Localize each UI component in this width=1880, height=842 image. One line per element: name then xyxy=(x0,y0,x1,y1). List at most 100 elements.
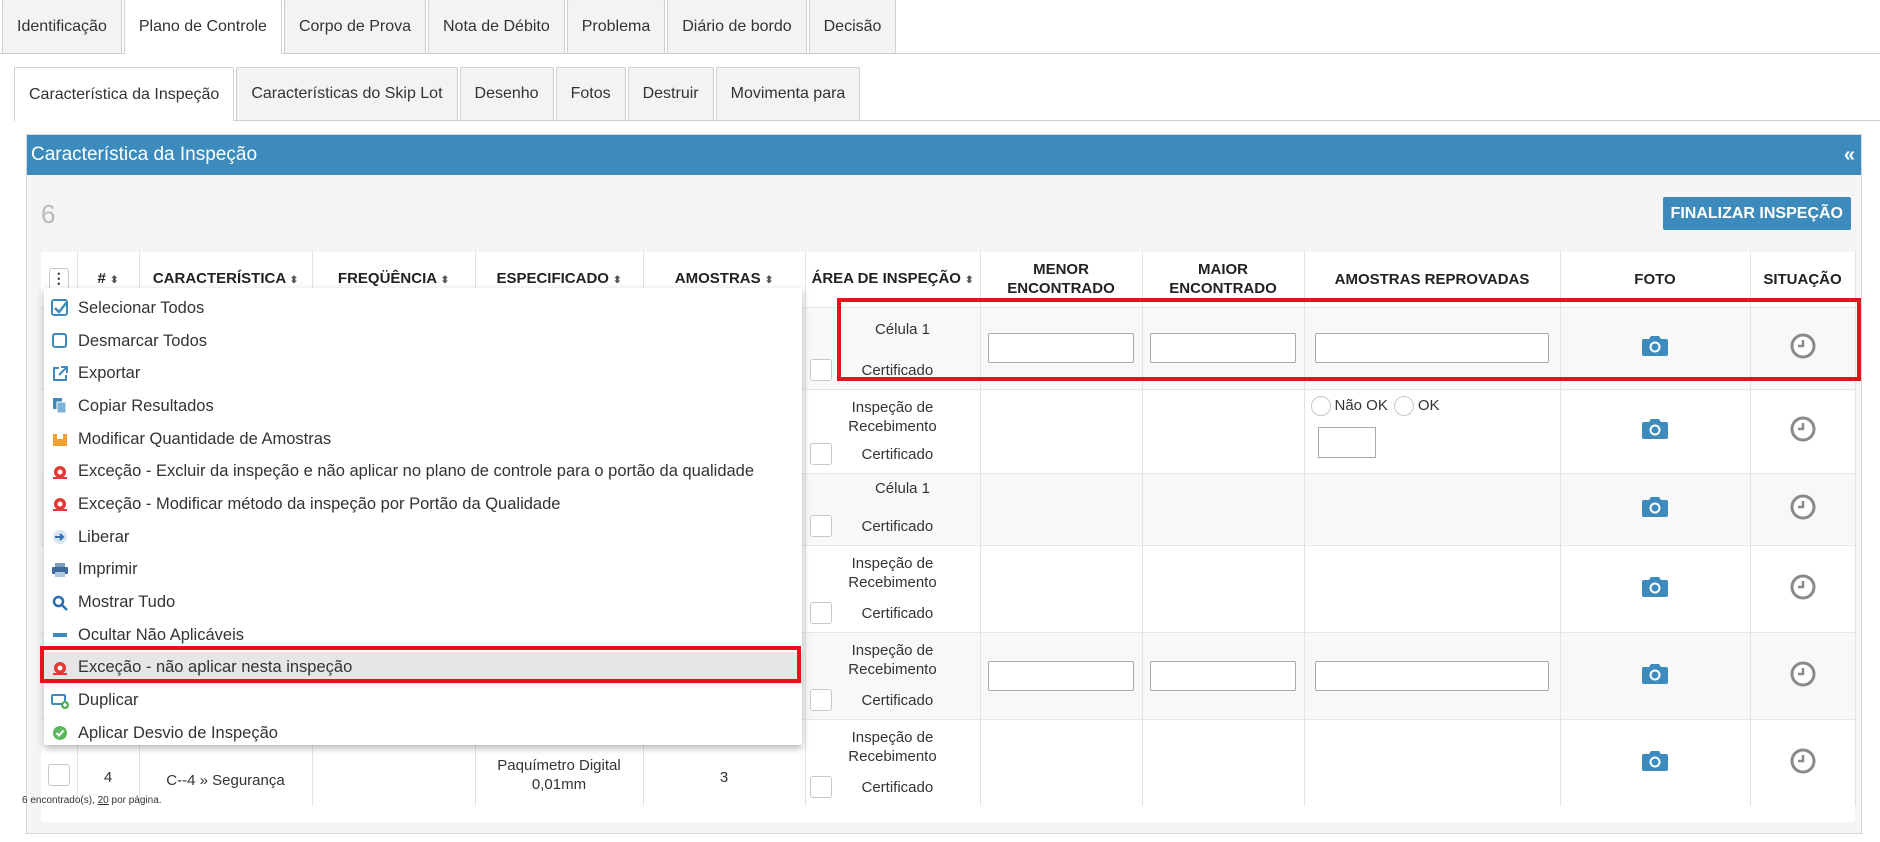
tab-caracteristicas-skip-lot[interactable]: Características do Skip Lot xyxy=(236,67,458,120)
maior-cell xyxy=(1142,472,1305,545)
menu-item-label: Desmarcar Todos xyxy=(78,331,207,350)
certificado-checkbox[interactable] xyxy=(809,775,832,798)
header-amostras-label: AMOSTRAS xyxy=(674,269,761,287)
nao-ok-label: Não OK xyxy=(1334,397,1388,414)
tab-identificacao[interactable]: Identificação xyxy=(2,0,122,53)
menor-cell xyxy=(980,718,1143,806)
menu-item-label: Exceção - Modificar método da inspeção p… xyxy=(78,494,561,513)
tab-movimenta-para[interactable]: Movimenta para xyxy=(715,67,861,120)
maior-cell xyxy=(1142,718,1305,806)
camera-icon[interactable] xyxy=(1642,335,1668,361)
menu-item-copiar-resultados[interactable]: Copiar Resultados xyxy=(44,390,802,423)
row-checkbox[interactable] xyxy=(47,763,70,786)
sort-icon: ⬍ xyxy=(764,274,774,286)
header-foto: FOTO xyxy=(1560,252,1751,307)
tab-corpo-de-prova[interactable]: Corpo de Prova xyxy=(283,0,426,53)
certificado-checkbox[interactable] xyxy=(809,688,832,711)
camera-icon[interactable] xyxy=(1642,496,1668,522)
finalize-inspection-button[interactable]: FINALIZAR INSPEÇÃO xyxy=(1662,197,1851,230)
top-tab-bar: Identificação Plano de Controle Corpo de… xyxy=(0,0,1880,54)
camera-icon[interactable] xyxy=(1642,750,1668,776)
area-cell: Inspeção de Recebimento Certificado xyxy=(805,631,981,719)
certificado-checkbox[interactable] xyxy=(809,358,832,381)
ok-radio[interactable] xyxy=(1393,395,1414,416)
exception-gear-icon xyxy=(48,463,72,481)
menu-item-label: Selecionar Todos xyxy=(78,298,205,317)
menu-item-modificar-quantidade[interactable]: Modificar Quantidade de Amostras xyxy=(44,423,802,456)
maior-cell xyxy=(1142,306,1305,389)
menu-item-excecao-excluir[interactable]: Exceção - Excluir da inspeção e não apli… xyxy=(44,455,802,488)
per-page-suffix: por página. xyxy=(111,795,162,806)
header-maior: MAIOR ENCONTRADO xyxy=(1142,252,1305,307)
sort-icon: ⬍ xyxy=(440,274,450,286)
clock-icon xyxy=(1790,494,1816,524)
tab-desenho[interactable]: Desenho xyxy=(459,67,554,120)
sort-icon: ⬍ xyxy=(965,274,974,286)
reprovadas-cell xyxy=(1304,472,1561,545)
tab-nota-de-debito[interactable]: Nota de Débito xyxy=(428,0,565,53)
menu-item-aplicar-desvio[interactable]: Aplicar Desvio de Inspeção xyxy=(44,717,802,750)
menor-cell xyxy=(980,306,1143,389)
tab-plano-de-controle[interactable]: Plano de Controle xyxy=(123,0,282,54)
area-certificado-label: Certificado xyxy=(861,361,934,379)
printer-icon xyxy=(48,561,72,579)
camera-icon[interactable] xyxy=(1642,576,1668,602)
actions-menu-button[interactable]: ⋮ xyxy=(48,268,69,291)
menu-item-excecao-nao-aplicar[interactable]: Exceção - não aplicar nesta inspeção xyxy=(44,651,802,685)
nao-ok-radio[interactable] xyxy=(1310,395,1331,416)
collapse-button[interactable]: « xyxy=(1844,144,1855,167)
area-certificado-label: Certificado xyxy=(861,604,934,622)
certificado-checkbox[interactable] xyxy=(809,442,832,465)
header-area[interactable]: ÁREA DE INSPEÇÃO ⬍ xyxy=(805,252,981,307)
menu-item-exportar[interactable]: Exportar xyxy=(44,357,802,390)
area-location: Inspeção de Recebimento xyxy=(848,398,937,435)
menu-item-desmarcar-todos[interactable]: Desmarcar Todos xyxy=(44,325,802,358)
sort-icon: ⬍ xyxy=(110,274,119,286)
maior-encontrado-input[interactable] xyxy=(1150,333,1296,363)
menor-encontrado-input[interactable] xyxy=(988,333,1134,363)
pagination-info: 6 encontrado(s), 20 por página. xyxy=(22,795,162,806)
amostras-reprovadas-input[interactable] xyxy=(1315,660,1549,691)
menor-cell xyxy=(980,472,1143,545)
maior-encontrado-input[interactable] xyxy=(1150,660,1296,691)
tab-caracteristica-da-inspecao[interactable]: Característica da Inspeção xyxy=(14,67,235,121)
per-page-link[interactable]: 20 xyxy=(98,795,109,806)
menu-item-label: Liberar xyxy=(78,527,130,546)
foto-cell xyxy=(1560,388,1751,473)
tab-decisao[interactable]: Decisão xyxy=(808,0,897,53)
camera-icon[interactable] xyxy=(1642,418,1668,444)
area-location: Célula 1 xyxy=(874,320,931,338)
menu-item-mostrar-tudo[interactable]: Mostrar Tudo xyxy=(44,586,802,619)
menu-item-duplicar[interactable]: Duplicar xyxy=(44,684,802,717)
certificado-checkbox[interactable] xyxy=(809,514,832,537)
tab-destruir[interactable]: Destruir xyxy=(627,67,714,120)
area-location: Célula 1 xyxy=(874,479,931,497)
menu-item-excecao-modificar[interactable]: Exceção - Modificar método da inspeção p… xyxy=(44,488,802,521)
amostras-reprovadas-input[interactable] xyxy=(1315,333,1549,363)
foto-cell xyxy=(1560,306,1751,389)
reprovadas-cell xyxy=(1304,718,1561,806)
situacao-cell xyxy=(1750,544,1856,632)
menu-item-selecionar-todos[interactable]: Selecionar Todos xyxy=(44,292,802,325)
reprovadas-count-input[interactable] xyxy=(1317,426,1376,458)
area-certificado-label: Certificado xyxy=(861,445,934,463)
situacao-cell xyxy=(1750,472,1856,545)
tab-fotos[interactable]: Fotos xyxy=(555,67,626,120)
area-location: Inspeção de Recebimento xyxy=(848,641,937,678)
camera-icon[interactable] xyxy=(1642,663,1668,689)
tab-problema[interactable]: Problema xyxy=(566,0,666,53)
menu-item-liberar[interactable]: Liberar xyxy=(44,521,802,554)
menu-item-imprimir[interactable]: Imprimir xyxy=(44,554,802,587)
certificado-checkbox[interactable] xyxy=(809,601,832,624)
menor-cell xyxy=(980,544,1143,632)
sub-tab-bar: Característica da Inspeção Característic… xyxy=(14,67,1880,121)
sort-icon: ⬍ xyxy=(289,274,299,286)
menu-item-label: Ocultar Não Aplicáveis xyxy=(78,625,244,644)
menu-item-label: Exceção - não aplicar nesta inspeção xyxy=(78,658,353,677)
situacao-cell xyxy=(1750,306,1856,389)
foto-cell xyxy=(1560,631,1751,719)
menu-item-ocultar-nao-aplicaveis[interactable]: Ocultar Não Aplicáveis xyxy=(44,619,802,652)
arrow-right-circle-icon xyxy=(48,528,72,546)
tab-diario-de-bordo[interactable]: Diário de bordo xyxy=(667,0,807,53)
menor-encontrado-input[interactable] xyxy=(988,660,1134,691)
